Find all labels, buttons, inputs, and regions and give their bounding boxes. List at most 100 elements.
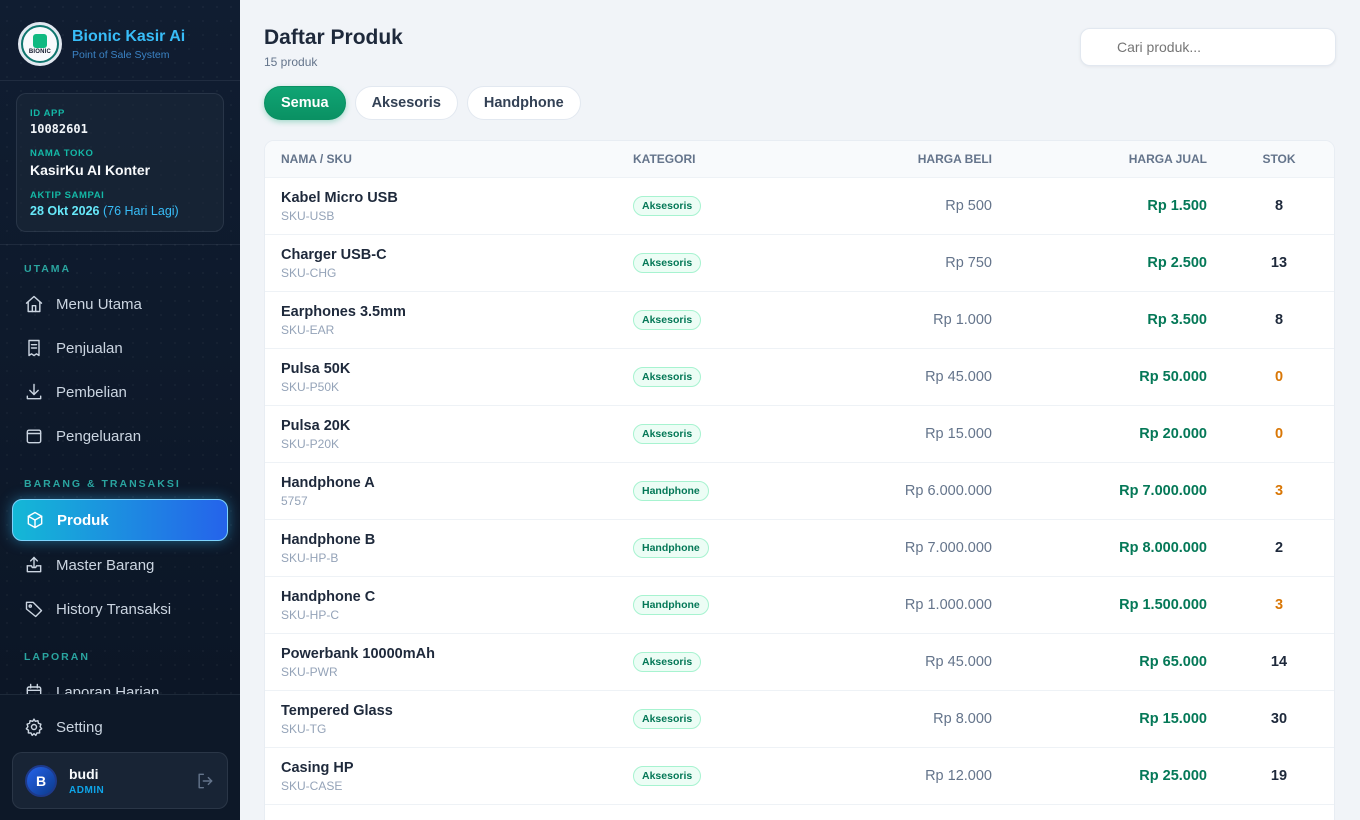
logout-button[interactable] bbox=[195, 771, 215, 791]
nav-laporan-harian[interactable]: Laporan Harian bbox=[12, 676, 228, 694]
buy-price: Rp 8.000 bbox=[933, 711, 992, 727]
nav-label: Produk bbox=[57, 511, 109, 529]
brand: BIONIC Bionic Kasir Ai Point of Sale Sys… bbox=[18, 22, 185, 66]
sell-price: Rp 7.000.000 bbox=[1119, 483, 1207, 499]
table-body: Kabel Micro USB SKU-USB Aksesoris Rp 500 Rp … bbox=[265, 178, 1334, 805]
col-buy-header: HARGA BELI bbox=[917, 152, 992, 166]
category-badge: Aksesoris bbox=[633, 766, 702, 786]
product-name-cell: Handphone A 5757 bbox=[281, 475, 375, 508]
product-name: Handphone A bbox=[281, 474, 375, 491]
store-name-label: NAMA TOKO bbox=[30, 148, 94, 159]
stock-value: 8 bbox=[1274, 312, 1284, 328]
table-header: NAMA / SKU KATEGORI HARGA BELI HARGA JUA… bbox=[265, 141, 1334, 178]
nav-penjualan[interactable]: Penjualan bbox=[12, 328, 228, 368]
nav-label: Penjualan bbox=[56, 339, 123, 357]
stock-value: 14 bbox=[1270, 654, 1288, 670]
table-row[interactable]: Handphone B SKU-HP-B Handphone Rp 7.000.000… bbox=[265, 520, 1334, 577]
nav-pembelian[interactable]: Pembelian bbox=[12, 372, 228, 412]
category-cell: Aksesoris bbox=[633, 196, 702, 216]
sell-price: Rp 20.000 bbox=[1139, 426, 1207, 442]
product-name-cell: Kabel Micro USB SKU-USB bbox=[281, 190, 398, 223]
category-badge: Handphone bbox=[633, 595, 709, 615]
product-name: Tempered Glass bbox=[281, 702, 393, 719]
nav-label: Pengeluaran bbox=[56, 427, 142, 445]
col-stock-header: STOK bbox=[1262, 152, 1296, 166]
nav-label: Menu Utama bbox=[56, 295, 142, 313]
tag-icon bbox=[25, 601, 43, 618]
nav-setting[interactable]: Setting bbox=[12, 707, 228, 747]
table-row[interactable]: Powerbank 10000mAh SKU-PWR Aksesoris Rp 45.… bbox=[265, 634, 1334, 691]
nav-menu-utama[interactable]: Menu Utama bbox=[12, 284, 228, 324]
product-name-cell: Earphones 3.5mm SKU-EAR bbox=[281, 304, 406, 337]
buy-price: Rp 1.000 bbox=[933, 312, 992, 328]
home-icon bbox=[25, 295, 43, 313]
wallet-icon bbox=[26, 429, 42, 444]
nav-label: Laporan Harian bbox=[56, 683, 160, 695]
product-name: Casing HP bbox=[281, 759, 354, 776]
col-sell-header: HARGA JUAL bbox=[1128, 152, 1207, 166]
table-row[interactable]: Pulsa 20K SKU-P20K Aksesoris Rp 15.000 Rp 20… bbox=[265, 406, 1334, 463]
nav-scroll-clip: Laporan Harian bbox=[0, 676, 240, 694]
buy-price: Rp 45.000 bbox=[925, 369, 992, 385]
product-name: Handphone B bbox=[281, 531, 376, 548]
gear-icon bbox=[25, 718, 43, 737]
table-row[interactable]: Handphone A 5757 Handphone Rp 6.000.000 Rp 7… bbox=[265, 463, 1334, 520]
id-app-value: 10082601 bbox=[30, 122, 88, 136]
stock-value: 0 bbox=[1274, 426, 1284, 442]
tab-aksesoris[interactable]: Aksesoris bbox=[354, 86, 458, 120]
buy-price: Rp 750 bbox=[945, 255, 992, 271]
stock-value: 19 bbox=[1270, 768, 1288, 784]
buy-price: Rp 15.000 bbox=[925, 426, 992, 442]
sell-price: Rp 1.500 bbox=[1147, 198, 1207, 214]
section-label-utama: UTAMA bbox=[24, 263, 72, 275]
table-row[interactable]: Charger USB-C SKU-CHG Aksesoris Rp 750 Rp 2.… bbox=[265, 235, 1334, 292]
nav-label: Pembelian bbox=[56, 383, 127, 401]
category-cell: Aksesoris bbox=[633, 310, 702, 330]
receipt-icon bbox=[28, 339, 40, 357]
buy-price: Rp 500 bbox=[945, 198, 992, 214]
sell-price: Rp 65.000 bbox=[1139, 654, 1207, 670]
product-name-cell: Handphone C SKU-HP-C bbox=[281, 589, 375, 622]
buy-price: Rp 12.000 bbox=[925, 768, 992, 784]
sell-price: Rp 1.500.000 bbox=[1119, 597, 1207, 613]
table-row[interactable]: Pulsa 50K SKU-P50K Aksesoris Rp 45.000 Rp 50… bbox=[265, 349, 1334, 406]
category-badge: Aksesoris bbox=[633, 367, 702, 387]
brand-title: Bionic Kasir Ai bbox=[72, 27, 186, 45]
nav-pengeluaran[interactable]: Pengeluaran bbox=[12, 416, 228, 456]
logo-text: BIONIC bbox=[28, 48, 52, 55]
table-row[interactable]: Tempered Glass SKU-TG Aksesoris Rp 8.000 Rp … bbox=[265, 691, 1334, 748]
product-sku: SKU-CASE bbox=[281, 778, 343, 793]
table-row[interactable]: Kabel Micro USB SKU-USB Aksesoris Rp 500 Rp … bbox=[265, 178, 1334, 235]
category-badge: Aksesoris bbox=[633, 253, 702, 273]
product-sku: SKU-HP-B bbox=[281, 550, 339, 565]
tab-semua[interactable]: Semua bbox=[264, 86, 346, 120]
logo-mark-icon bbox=[33, 33, 47, 48]
product-name-cell: Powerbank 10000mAh SKU-PWR bbox=[281, 646, 435, 679]
days-remaining: (76 Hari Lagi) bbox=[102, 204, 179, 218]
product-name-cell: Pulsa 20K SKU-P20K bbox=[281, 418, 350, 451]
product-name: Kabel Micro USB bbox=[281, 189, 398, 206]
nav-master-barang[interactable]: Master Barang bbox=[12, 545, 228, 585]
category-cell: Aksesoris bbox=[633, 253, 702, 273]
nav-produk[interactable]: Produk bbox=[12, 499, 228, 541]
product-sku: SKU-EAR bbox=[281, 322, 335, 337]
product-name-cell: Pulsa 50K SKU-P50K bbox=[281, 361, 350, 394]
tab-handphone[interactable]: Handphone bbox=[466, 86, 581, 120]
sell-price: Rp 50.000 bbox=[1139, 369, 1207, 385]
download-icon bbox=[26, 383, 42, 400]
active-until-label: AKTIP SAMPAI bbox=[30, 190, 105, 201]
table-row[interactable]: Earphones 3.5mm SKU-EAR Aksesoris Rp 1.000 R… bbox=[265, 292, 1334, 349]
table-row[interactable]: Handphone C SKU-HP-C Handphone Rp 1.000.000… bbox=[265, 577, 1334, 634]
product-sku: SKU-HP-C bbox=[281, 607, 340, 622]
calendar-icon bbox=[26, 683, 42, 694]
box-icon bbox=[27, 511, 43, 529]
product-name: Pulsa 50K bbox=[281, 360, 351, 377]
table-row[interactable]: Casing HP SKU-CASE Aksesoris Rp 12.000 Rp 25… bbox=[265, 748, 1334, 805]
stock-value: 2 bbox=[1274, 540, 1284, 556]
search-input[interactable] bbox=[1080, 28, 1336, 66]
brand-subtitle: Point of Sale System bbox=[72, 48, 170, 61]
nav-history-transaksi[interactable]: History Transaksi bbox=[12, 589, 228, 629]
stock-value: 3 bbox=[1274, 597, 1284, 613]
logout-icon bbox=[198, 773, 213, 789]
category-cell: Aksesoris bbox=[633, 709, 702, 729]
